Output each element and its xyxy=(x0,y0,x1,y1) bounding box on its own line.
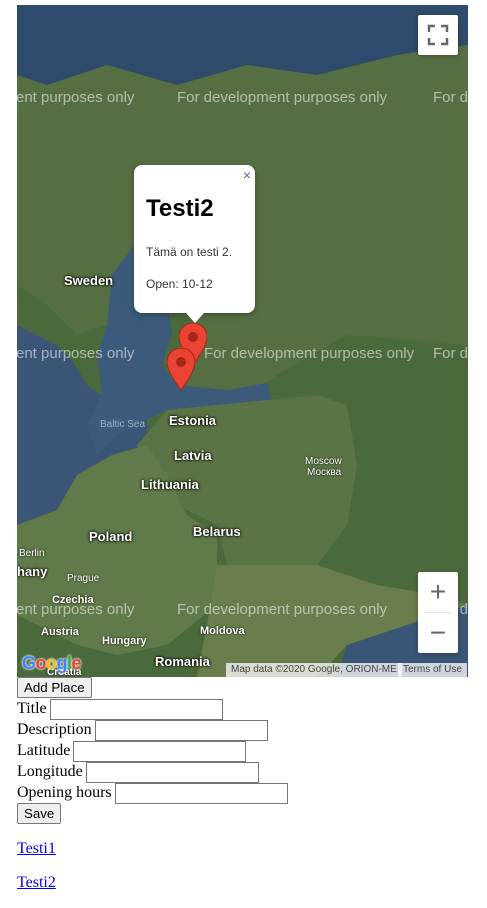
latitude-label: Latitude xyxy=(17,742,71,759)
country-label: Austria xyxy=(41,626,79,638)
info-window-title: Testi2 xyxy=(146,195,214,222)
map-attribution: Map data ©2020 Google, ORION-ME xyxy=(226,663,402,677)
country-label: Hungary xyxy=(102,635,147,647)
places-list: Testi1 Testi2 xyxy=(17,840,56,908)
close-icon[interactable]: × xyxy=(243,167,251,183)
map-marker[interactable] xyxy=(167,348,195,390)
fullscreen-button[interactable] xyxy=(418,15,458,55)
save-button[interactable]: Save xyxy=(17,803,62,824)
country-label: Latvia xyxy=(174,448,212,463)
city-label: Moscow xyxy=(305,456,342,467)
country-label: Estonia xyxy=(169,413,216,428)
country-label: Czechia xyxy=(52,594,94,606)
dev-watermark: ent purposes only xyxy=(17,345,135,362)
opening-hours-label: Opening hours xyxy=(17,784,112,801)
opening-hours-input[interactable] xyxy=(114,782,288,804)
terms-link[interactable]: Terms of Use xyxy=(398,663,467,677)
country-label: Lithuania xyxy=(141,477,199,492)
info-window-hours: Open: 10-12 xyxy=(146,277,213,291)
dev-watermark: For development purposes only xyxy=(177,89,388,106)
city-label: Prague xyxy=(67,573,100,584)
add-place-button[interactable]: Add Place xyxy=(17,677,92,698)
description-label: Description xyxy=(17,721,92,738)
city-label: Berlin xyxy=(19,548,45,559)
title-input[interactable] xyxy=(49,698,223,720)
info-window-description: Tämä on testi 2. xyxy=(146,245,233,259)
place-link[interactable]: Testi2 xyxy=(17,874,56,908)
longitude-label: Longitude xyxy=(17,763,83,780)
zoom-control: + − xyxy=(418,572,458,653)
dev-watermark: For development purposes only xyxy=(177,601,388,618)
country-label: Poland xyxy=(89,529,133,544)
dev-watermark: ent purposes only xyxy=(17,89,135,106)
country-label: Moldova xyxy=(200,625,245,637)
google-logo[interactable]: Google xyxy=(22,653,82,674)
country-label: Belarus xyxy=(193,524,241,539)
country-label: hany xyxy=(17,564,48,579)
info-window: × Testi2 Tämä on testi 2. Open: 10-12 xyxy=(134,165,255,323)
description-input[interactable] xyxy=(94,719,268,741)
title-label: Title xyxy=(17,700,47,717)
city-label: Москва xyxy=(307,467,342,478)
dev-watermark: For d xyxy=(433,89,468,106)
latitude-input[interactable] xyxy=(73,740,247,762)
place-link[interactable]: Testi1 xyxy=(17,840,56,874)
zoom-in-button[interactable]: + xyxy=(418,572,458,612)
map[interactable]: ent purposes only For development purpos… xyxy=(17,5,468,677)
add-place-form: Add Place Title Description Latitude Lon… xyxy=(17,677,288,824)
country-label: Romania xyxy=(155,654,210,669)
sea-label: Baltic Sea xyxy=(100,419,146,430)
fullscreen-icon xyxy=(427,24,449,46)
country-label: Sweden xyxy=(64,273,114,288)
dev-watermark: For d xyxy=(433,345,468,362)
longitude-input[interactable] xyxy=(85,761,259,783)
zoom-out-button[interactable]: − xyxy=(418,613,458,653)
dev-watermark: For development purposes only xyxy=(204,345,415,362)
